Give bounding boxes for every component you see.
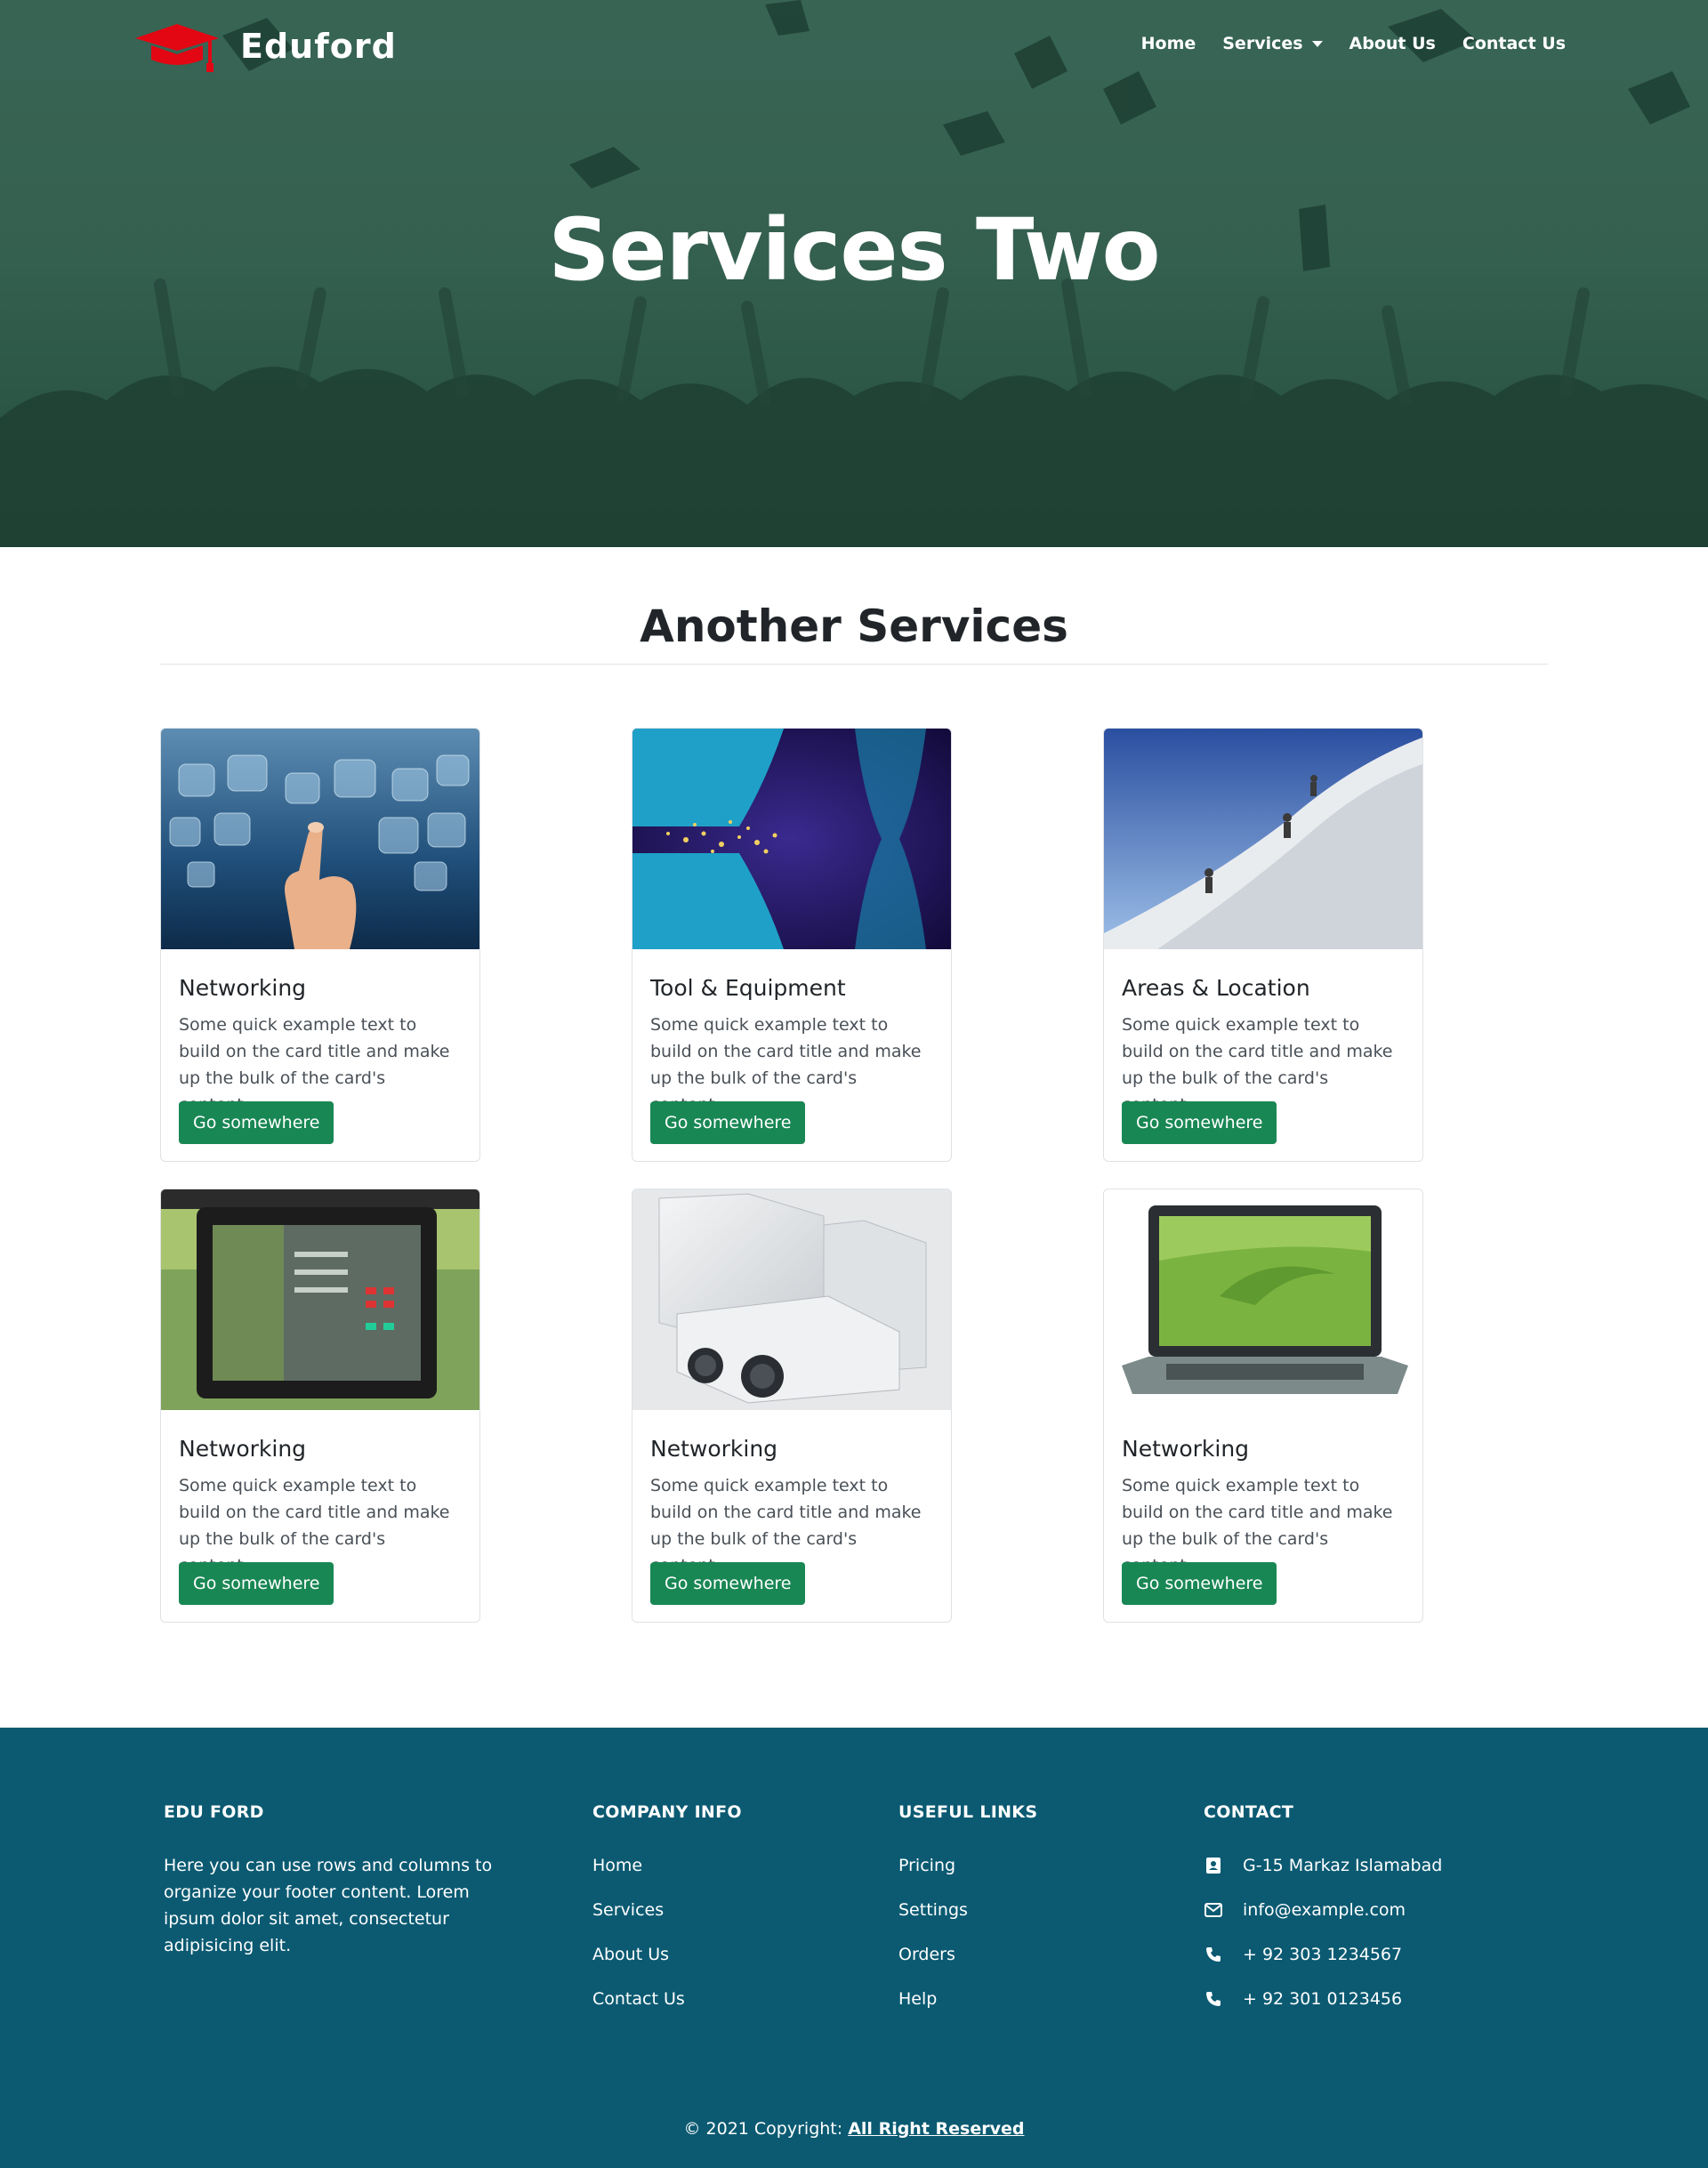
contact-email-text: info@example.com: [1243, 1900, 1406, 1920]
service-card: Areas & Location Some quick example text…: [1103, 728, 1423, 1162]
card-title: Tool & Equipment: [650, 975, 846, 1001]
nav-home[interactable]: Home: [1141, 34, 1196, 53]
go-somewhere-button[interactable]: Go somewhere: [650, 1101, 806, 1144]
go-somewhere-button[interactable]: Go somewhere: [1122, 1562, 1277, 1605]
card-image-networking: [161, 729, 479, 949]
contact-phone-2-text: + 92 301 0123456: [1243, 1989, 1403, 2009]
go-somewhere-button[interactable]: Go somewhere: [179, 1562, 334, 1605]
footer-about-heading: EDU FORD: [164, 1802, 264, 1822]
footer-link-help[interactable]: Help: [898, 1977, 968, 2021]
footer-contact-heading: CONTACT: [1204, 1802, 1294, 1822]
hero-banner: Eduford Home Services About Us Contact U…: [0, 0, 1708, 547]
footer-link-pricing[interactable]: Pricing: [898, 1843, 968, 1888]
card-title: Networking: [179, 975, 307, 1001]
nav-services-label: Services: [1222, 34, 1303, 53]
nav-about[interactable]: About Us: [1349, 34, 1436, 53]
go-somewhere-button[interactable]: Go somewhere: [1122, 1101, 1277, 1144]
card-image-laptop: [1104, 1189, 1422, 1410]
footer: EDU FORD Here you can use rows and colum…: [0, 1728, 1708, 2168]
card-image-areas-location: [1104, 729, 1422, 949]
brand[interactable]: Eduford: [132, 18, 397, 75]
service-card: Tool & Equipment Some quick example text…: [632, 728, 952, 1162]
card-image-tool-equipment: [632, 729, 951, 949]
footer-useful-links: Pricing Settings Orders Help: [898, 1852, 968, 2030]
footer-company-heading: COMPANY INFO: [592, 1802, 742, 1822]
contact-address-text: G-15 Markaz Islamabad: [1243, 1856, 1443, 1875]
contact-phone-1: + 92 303 1234567: [1204, 1932, 1442, 1977]
card-title: Areas & Location: [1122, 975, 1310, 1001]
copyright: © 2021 Copyright: All Right Reserved: [0, 2119, 1708, 2139]
contact-phone-1-text: + 92 303 1234567: [1243, 1945, 1403, 1964]
footer-company-links: Home Services About Us Contact Us: [592, 1852, 685, 2030]
page-title: Services Two: [548, 200, 1160, 300]
service-card: Networking Some quick example text to bu…: [160, 728, 480, 1162]
footer-link-settings[interactable]: Settings: [898, 1888, 968, 1932]
main-nav: Home Services About Us Contact Us: [1141, 34, 1566, 53]
footer-link-home[interactable]: Home: [592, 1843, 685, 1888]
nav-contact[interactable]: Contact Us: [1462, 34, 1566, 53]
contact-phone-2: + 92 301 0123456: [1204, 1977, 1442, 2021]
card-title: Networking: [650, 1436, 778, 1462]
phone-icon: [1204, 1989, 1223, 2009]
service-card: Networking Some quick example text to bu…: [1103, 1189, 1423, 1623]
footer-contact-list: G-15 Markaz Islamabad info@example.com +…: [1204, 1852, 1442, 2030]
service-card: Networking Some quick example text to bu…: [632, 1189, 952, 1623]
section-divider: [160, 664, 1548, 665]
nav-services[interactable]: Services: [1222, 34, 1323, 53]
contact-address: G-15 Markaz Islamabad: [1204, 1843, 1442, 1888]
card-image-equipment: [632, 1189, 951, 1410]
phone-icon: [1204, 1945, 1223, 1964]
footer-link-contact[interactable]: Contact Us: [592, 1977, 685, 2021]
chevron-down-icon: [1311, 40, 1323, 47]
envelope-icon: [1204, 1900, 1223, 1920]
footer-link-about[interactable]: About Us: [592, 1932, 685, 1977]
card-title: Networking: [179, 1436, 307, 1462]
footer-about-text: Here you can use rows and columns to org…: [164, 1856, 493, 1955]
footer-link-services[interactable]: Services: [592, 1888, 685, 1932]
graduation-cap-logo-icon: [135, 24, 219, 72]
section-title: Another Services: [640, 600, 1068, 652]
card-image-tablet: [161, 1189, 479, 1410]
copyright-link[interactable]: All Right Reserved: [848, 2119, 1024, 2139]
contact-email: info@example.com: [1204, 1888, 1442, 1932]
navbar: Eduford Home Services About Us Contact U…: [0, 0, 1708, 98]
brand-name: Eduford: [240, 27, 397, 66]
footer-useful-heading: USEFUL LINKS: [898, 1802, 1038, 1822]
address-book-icon: [1204, 1856, 1223, 1875]
footer-link-orders[interactable]: Orders: [898, 1932, 968, 1977]
go-somewhere-button[interactable]: Go somewhere: [650, 1562, 806, 1605]
card-title: Networking: [1122, 1436, 1250, 1462]
go-somewhere-button[interactable]: Go somewhere: [179, 1101, 334, 1144]
copyright-text: © 2021 Copyright:: [683, 2119, 843, 2139]
service-card: Networking Some quick example text to bu…: [160, 1189, 480, 1623]
